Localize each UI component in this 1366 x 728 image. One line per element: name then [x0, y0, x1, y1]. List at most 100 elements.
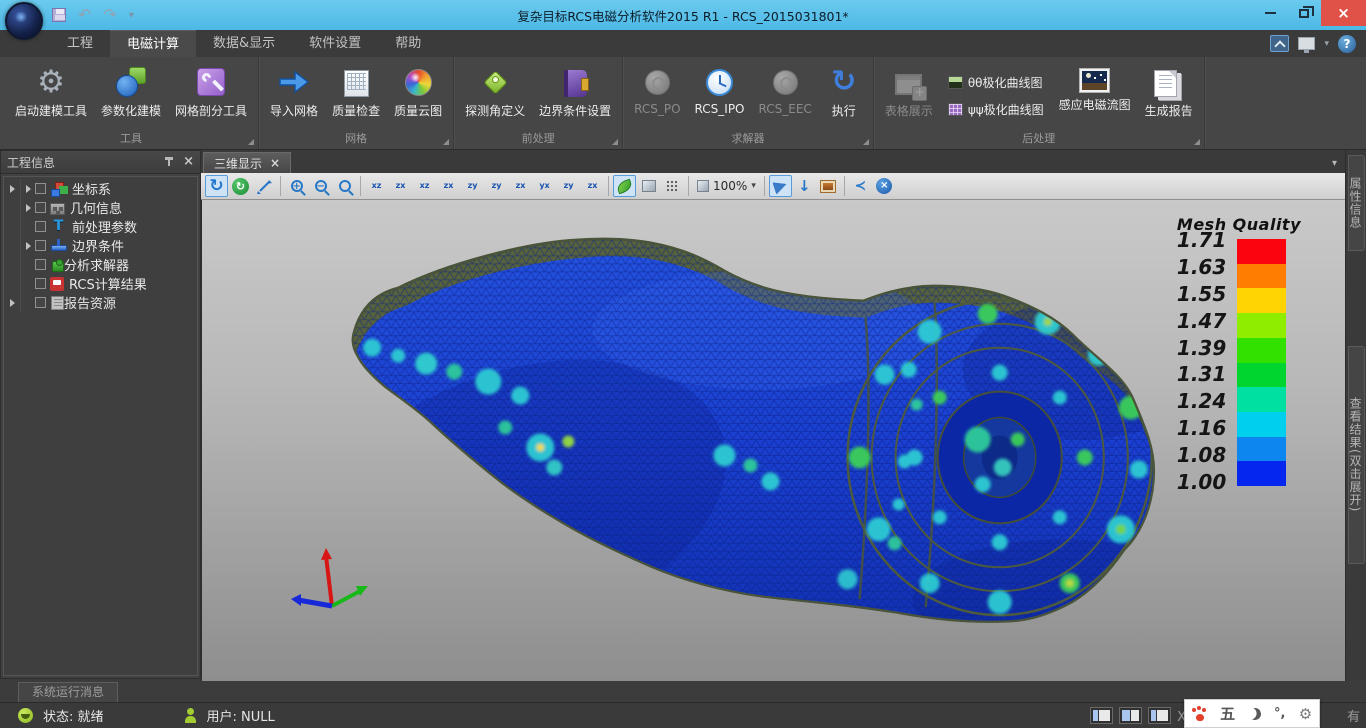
wireframe-points-button[interactable] — [661, 175, 684, 197]
smooth-shading-button[interactable] — [613, 175, 636, 197]
tab-3d-display[interactable]: 三维显示 × — [203, 152, 291, 173]
ime-toolbar[interactable]: 五 °, ⚙ — [1184, 699, 1320, 728]
tree-item-analysis-solver[interactable]: 分析求解器 — [4, 255, 197, 274]
undo-icon[interactable]: ↶ — [78, 7, 91, 23]
zoom-out-button[interactable]: − — [309, 175, 332, 197]
collapse-ribbon-button[interactable] — [1270, 35, 1289, 52]
refresh-view-button[interactable]: ↻ — [229, 175, 252, 197]
tree-item-report-resources[interactable]: 报告资源 — [4, 293, 197, 312]
expand-arrow-icon[interactable] — [10, 185, 15, 193]
drop-down-view-button[interactable]: ↓ — [793, 175, 816, 197]
tree-checkbox[interactable] — [35, 183, 46, 194]
flat-shading-button[interactable] — [637, 175, 660, 197]
psi-polarization-curve-button[interactable]: ψψ极化曲线图 — [940, 98, 1052, 121]
zoom-in-button[interactable]: + — [285, 175, 308, 197]
expand-arrow-icon[interactable] — [26, 185, 31, 193]
save-icon[interactable] — [52, 8, 66, 22]
view-axis-button-2[interactable]: zx — [389, 175, 412, 197]
tab-settings[interactable]: 软件设置 — [292, 30, 378, 57]
tree-item-coordinate-system[interactable]: 坐标系 — [4, 179, 197, 198]
doc-tab-close-icon[interactable]: × — [270, 156, 280, 170]
theta-polarization-curve-button[interactable]: θθ极化曲线图 — [940, 71, 1052, 94]
group-corner-icon[interactable] — [1194, 139, 1200, 145]
tab-em-compute[interactable]: 电磁计算 — [110, 30, 196, 57]
expand-arrow-icon[interactable] — [10, 299, 15, 307]
tree-checkbox[interactable] — [35, 278, 46, 289]
close-view-button[interactable]: × — [873, 175, 896, 197]
tab-project[interactable]: 工程 — [50, 30, 110, 57]
view-axis-button-7[interactable]: zx — [509, 175, 532, 197]
view-axis-button-9[interactable]: zy — [557, 175, 580, 197]
quality-cloud-button[interactable]: 质量云图 — [387, 60, 449, 131]
induced-current-map-button[interactable]: 感应电磁流图 — [1052, 60, 1138, 131]
minimize-button[interactable] — [1253, 0, 1287, 26]
zoom-percent-combo[interactable]: 100% ▾ — [693, 175, 760, 197]
group-corner-icon[interactable] — [248, 139, 254, 145]
ime-wubi-icon[interactable]: 五 — [1220, 703, 1235, 724]
redo-icon[interactable]: ↷ — [103, 7, 116, 23]
ime-punctuation-icon[interactable]: °, — [1274, 706, 1285, 721]
tree-item-boundary-conditions[interactable]: 边界条件 — [4, 236, 197, 255]
layout-split-panel-button[interactable] — [1119, 707, 1142, 724]
tree-item-rcs-results[interactable]: RCS计算结果 — [4, 274, 197, 293]
parametric-modeling-button[interactable]: 参数化建模 — [94, 60, 168, 131]
tree-item-preprocess-params[interactable]: T 前处理参数 — [4, 217, 197, 236]
group-corner-icon[interactable] — [612, 139, 618, 145]
view-axis-button-8[interactable]: yx — [533, 175, 556, 197]
select-mode-button[interactable] — [769, 175, 792, 197]
ime-moon-icon[interactable] — [1247, 706, 1262, 721]
ime-gear-icon[interactable]: ⚙ — [1299, 705, 1312, 723]
restore-button[interactable] — [1287, 0, 1321, 26]
view-axis-button-3[interactable]: xz — [413, 175, 436, 197]
expand-arrow-icon[interactable] — [26, 204, 31, 212]
detect-angle-button[interactable]: 探测角定义 — [458, 60, 532, 131]
display-style-icon[interactable] — [1298, 37, 1315, 50]
tab-help[interactable]: 帮助 — [378, 30, 438, 57]
attribute-info-tab[interactable]: 属性信息 — [1348, 155, 1365, 251]
tree-checkbox[interactable] — [35, 259, 46, 270]
tree-checkbox[interactable] — [35, 240, 46, 251]
share-view-button[interactable]: ≺ — [849, 175, 872, 197]
chevron-down-icon[interactable]: ▾ — [751, 181, 756, 191]
tree-checkbox[interactable] — [35, 202, 46, 213]
ime-paw-icon[interactable] — [1192, 707, 1207, 721]
view-axis-button-1[interactable]: xz — [365, 175, 388, 197]
tabbar-dropdown-icon[interactable]: ▾ — [1332, 158, 1337, 169]
mesh-model[interactable] — [202, 200, 1345, 681]
launch-modeling-tool-button[interactable]: ⚙ 启动建模工具 — [8, 60, 94, 131]
pin-icon[interactable] — [163, 156, 175, 168]
view-axis-button-6[interactable]: zy — [485, 175, 508, 197]
group-corner-icon[interactable] — [863, 139, 869, 145]
quality-check-button[interactable]: 质量检查 — [325, 60, 387, 131]
qat-dropdown-icon[interactable]: ▾ — [129, 10, 134, 21]
layout-left-panel-button[interactable] — [1090, 707, 1113, 724]
rcs-ipo-button[interactable]: RCS_IPO — [688, 60, 752, 131]
app-logo-icon[interactable] — [5, 2, 43, 40]
boundary-condition-button[interactable]: 边界条件设置 — [532, 60, 618, 131]
view-results-tab[interactable]: 查看结果(双击展开) — [1348, 346, 1365, 564]
pan-view-button[interactable] — [253, 175, 276, 197]
panel-close-icon[interactable]: × — [183, 156, 194, 168]
snapshot-button[interactable] — [817, 175, 840, 197]
import-mesh-button[interactable]: 导入网格 — [263, 60, 325, 131]
help-icon[interactable]: ? — [1338, 35, 1356, 53]
zoom-fit-button[interactable] — [333, 175, 356, 197]
view-axis-button-10[interactable]: zx — [581, 175, 604, 197]
execute-button[interactable]: ↻ 执行 — [819, 60, 869, 131]
mesh-partition-tool-button[interactable]: 网格剖分工具 — [168, 60, 254, 131]
tree-checkbox[interactable] — [35, 221, 46, 232]
display-style-dropdown-icon[interactable]: ▾ — [1324, 39, 1329, 49]
viewport-3d[interactable]: Mesh Quality 1.71 1.63 1.55 1.47 1.39 1.… — [201, 200, 1345, 681]
view-axis-button-4[interactable]: zx — [437, 175, 460, 197]
expand-arrow-icon[interactable] — [26, 242, 31, 250]
tree-item-geometry-info[interactable]: 几何信息 — [4, 198, 197, 217]
rotate-view-button[interactable]: ↻ — [205, 175, 228, 197]
tab-data-display[interactable]: 数据&显示 — [196, 30, 292, 57]
group-corner-icon[interactable] — [443, 139, 449, 145]
layout-bottom-panel-button[interactable] — [1148, 707, 1171, 724]
view-axis-button-5[interactable]: zy — [461, 175, 484, 197]
tree-checkbox[interactable] — [35, 297, 46, 308]
system-message-tab[interactable]: 系统运行消息 — [18, 682, 118, 702]
close-button[interactable]: × — [1321, 0, 1366, 26]
generate-report-button[interactable]: 生成报告 — [1138, 60, 1200, 131]
